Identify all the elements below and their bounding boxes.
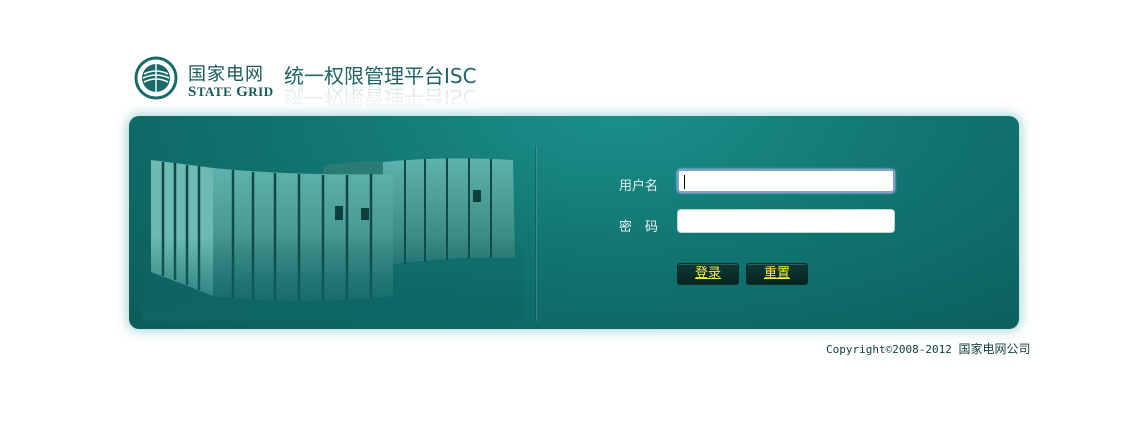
system-title-reflection: 统一权限管理平台ISC	[284, 85, 477, 109]
header-logo: 国家电网 STATE GRID 统一权限管理平台ISC 统一权限管理平台ISC	[134, 56, 534, 109]
panel-divider	[535, 146, 536, 321]
text-caret	[684, 175, 685, 189]
password-label: 密 码	[619, 220, 659, 235]
copyright-text: Copyright©2008-2012	[826, 343, 952, 356]
company-name: 国家电网公司	[958, 342, 1031, 356]
reset-button[interactable]: 重置	[746, 263, 808, 285]
state-grid-emblem-icon	[134, 56, 178, 100]
brand-name-en: STATE GRID	[188, 84, 274, 100]
password-input[interactable]	[677, 209, 895, 233]
username-label: 用户名	[619, 179, 659, 194]
copyright-footer: Copyright©2008-2012 国家电网公司	[826, 340, 1030, 357]
brand-name-cn: 国家电网	[188, 64, 264, 85]
login-button[interactable]: 登录	[677, 263, 739, 285]
server-rack-illustration	[143, 158, 523, 321]
login-panel: 用户名 密 码 登录 重置	[129, 116, 1019, 329]
username-input[interactable]	[677, 169, 895, 193]
